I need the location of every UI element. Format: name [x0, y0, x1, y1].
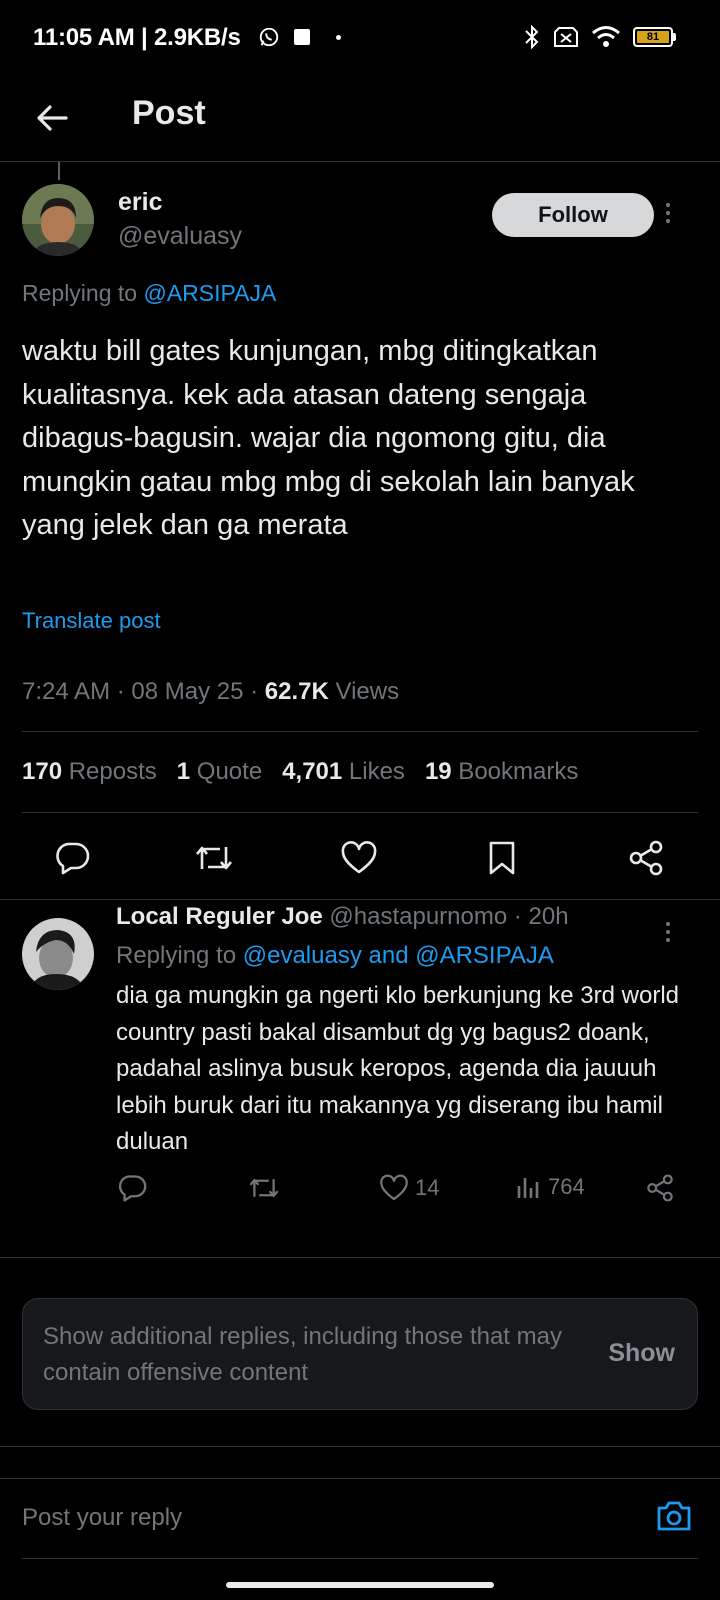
more-options-icon[interactable] [663, 203, 673, 223]
reply-author[interactable]: Local Reguler Joe @hastapurnomo · 20h [116, 903, 569, 931]
reply-mention-link[interactable]: @evaluasy and @ARSIPAJA [243, 942, 554, 969]
follow-button[interactable]: Follow [492, 193, 654, 237]
reply-share-icon[interactable] [645, 1174, 675, 1202]
back-button[interactable] [30, 96, 74, 140]
reply-views-button[interactable]: 764 [516, 1174, 585, 1200]
author-handle[interactable]: @evaluasy [118, 222, 242, 251]
reply-author-name[interactable]: Local Reguler Joe [116, 903, 323, 930]
reply-replying-to: Replying to @evaluasy and @ARSIPAJA [116, 942, 554, 969]
like-icon[interactable] [337, 836, 381, 880]
bookmark-icon[interactable] [480, 836, 524, 880]
reply-text: dia ga mungkin ga ngerti klo berkunjung … [116, 982, 680, 1155]
reply-repost-icon[interactable] [248, 1174, 280, 1202]
divider [0, 1257, 720, 1258]
reply-views-count: 764 [548, 1174, 585, 1199]
status-time: 11:05 AM | 2.9KB/s [33, 24, 241, 51]
tweet-meta: 7:24 AM · 08 May 25 · 62.7K Views [22, 678, 399, 706]
reposts-stat[interactable]: 170 Reposts [22, 758, 157, 785]
dot-icon [336, 34, 341, 40]
reply-like-icon [380, 1174, 408, 1201]
top-app-bar: Post [0, 78, 720, 162]
divider [0, 1446, 720, 1447]
whatsapp-icon [259, 27, 279, 47]
wifi-icon [592, 26, 620, 47]
gesture-home-bar[interactable] [226, 1582, 494, 1588]
sim-off-icon [554, 27, 578, 47]
reply-author-avatar[interactable] [22, 918, 94, 990]
views-count: 62.7K [264, 678, 329, 705]
divider [0, 899, 720, 900]
share-icon[interactable] [624, 836, 668, 880]
reply-likes-count: 14 [415, 1175, 440, 1200]
likes-stat[interactable]: 4,701 Likes [282, 758, 405, 785]
views-label: Views [328, 678, 400, 705]
quotes-stat[interactable]: 1 Quote [177, 758, 262, 785]
divider [22, 731, 698, 732]
repost-icon[interactable] [192, 836, 236, 880]
reply-icon[interactable] [50, 836, 94, 880]
author-name[interactable]: eric [118, 188, 162, 217]
bluetooth-icon [525, 24, 539, 50]
page-title: Post [132, 94, 206, 132]
reply-more-options-icon[interactable] [663, 922, 673, 942]
replying-to: Replying to @ARSIPAJA [22, 280, 277, 306]
reply-reply-icon[interactable] [117, 1174, 147, 1202]
mention-link[interactable]: @ARSIPAJA [143, 280, 276, 306]
engagement-stats: 170 Reposts 1 Quote 4,701 Likes 19 Bookmark… [22, 758, 578, 786]
battery-icon: 81 [633, 27, 676, 47]
translate-post-link[interactable]: Translate post [22, 608, 161, 634]
divider [22, 812, 698, 813]
thread-connector-line [58, 162, 60, 180]
divider [22, 1558, 698, 1559]
camera-icon[interactable] [656, 1500, 692, 1537]
arrow-left-icon [37, 105, 68, 131]
bookmarks-stat[interactable]: 19 Bookmarks [425, 758, 578, 785]
reply-like-button[interactable]: 14 [379, 1174, 439, 1202]
tweet-text: waktu bill gates kunjungan, mbg ditingka… [22, 335, 635, 541]
tweet-timestamp: 7:24 AM · 08 May 25 · [22, 678, 265, 705]
additional-replies-text: Show additional replies, including those… [43, 1323, 562, 1386]
views-icon [517, 1178, 539, 1198]
additional-replies-card: Show additional replies, including those… [22, 1298, 698, 1410]
divider [0, 1478, 720, 1479]
status-bar: 11:05 AM | 2.9KB/s 81 [0, 0, 720, 78]
author-avatar[interactable] [22, 184, 94, 256]
square-icon [294, 29, 310, 45]
reply-author-meta: @hastapurnomo · 20h [322, 903, 569, 930]
show-button[interactable]: Show [608, 1339, 675, 1368]
reply-input[interactable]: Post your reply [22, 1504, 182, 1532]
